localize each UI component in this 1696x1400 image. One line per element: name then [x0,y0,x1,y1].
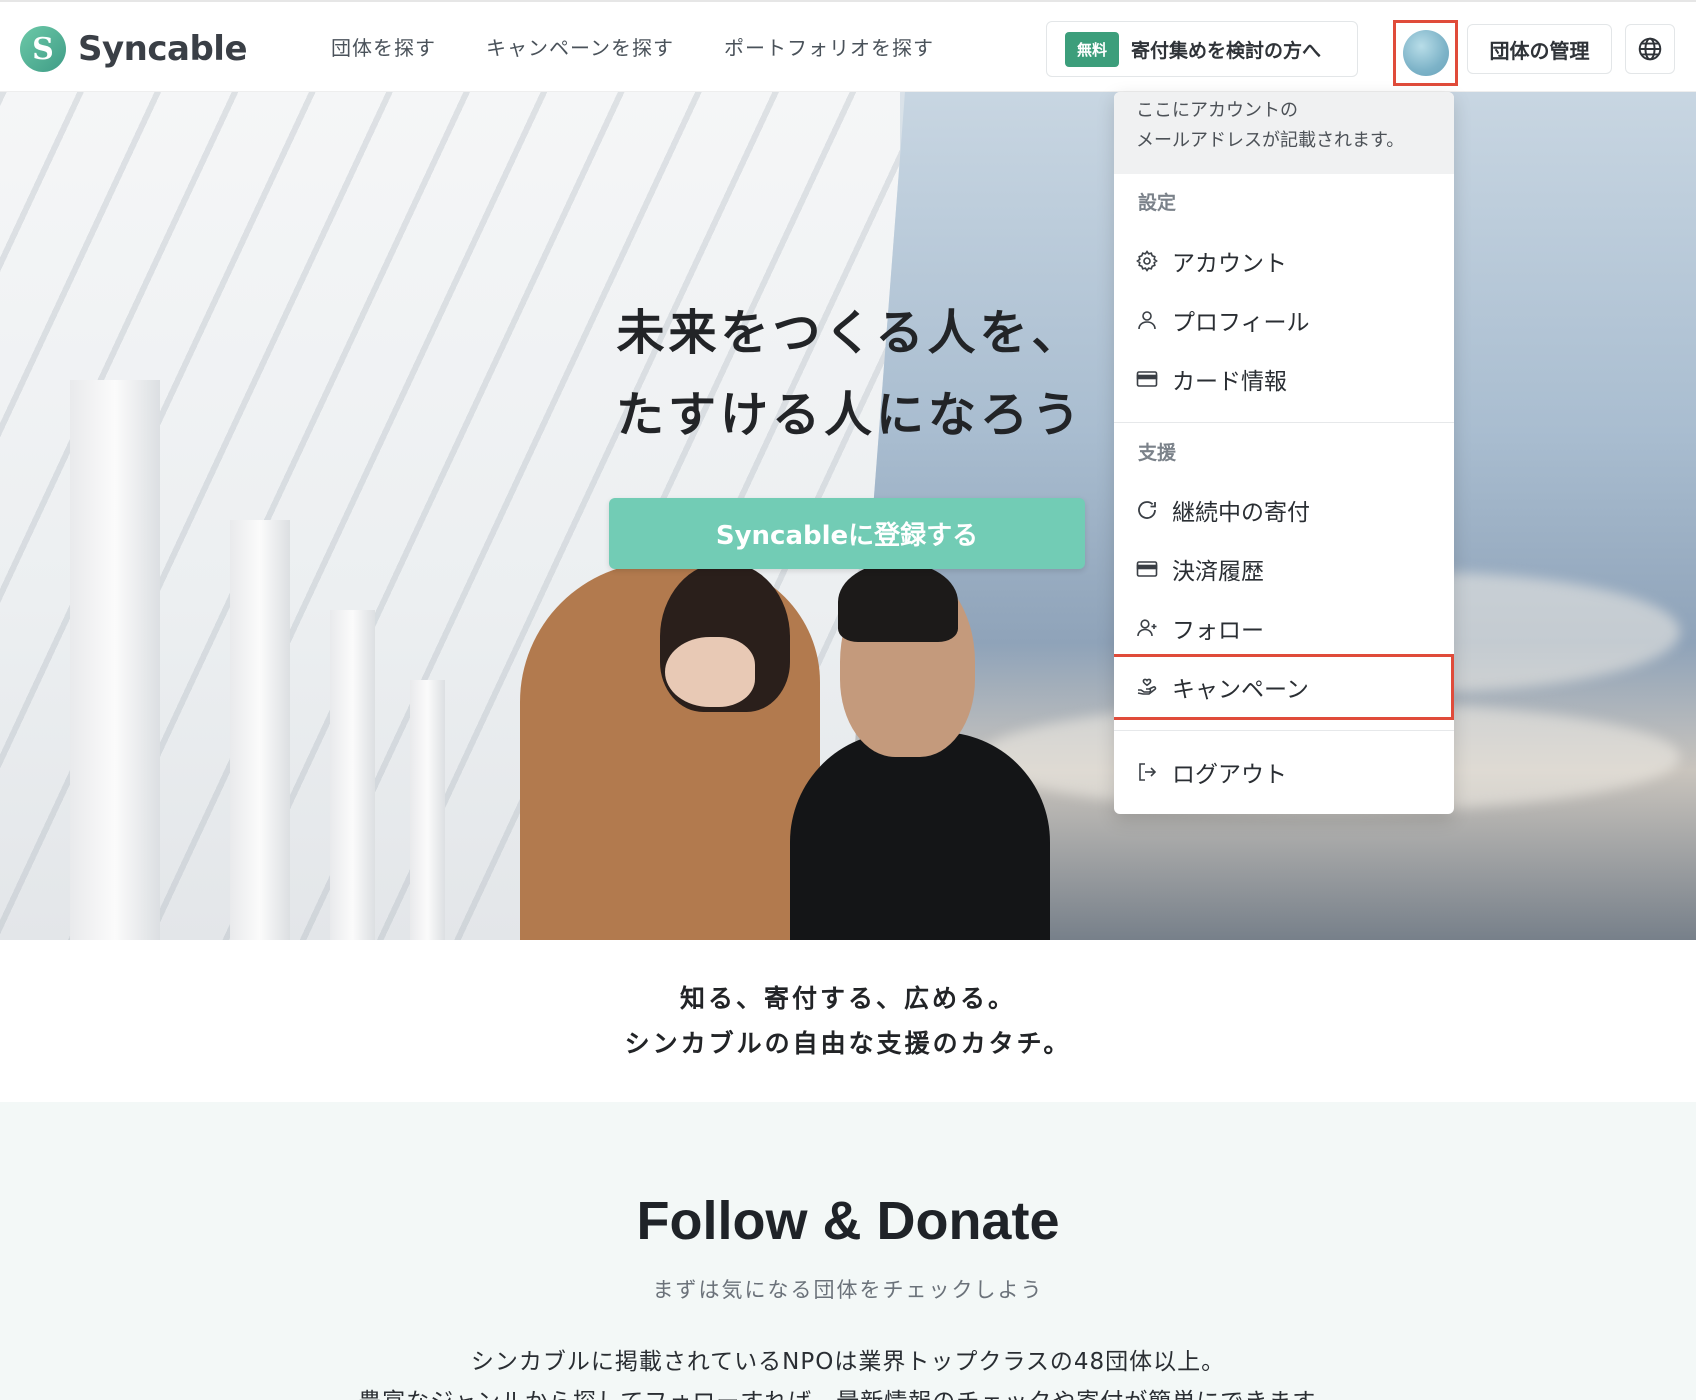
nav-find-portfolios[interactable]: ポートフォリオを探す [724,32,934,61]
hero-title: 未来をつくる人を、 たすける人になろう [560,292,1140,456]
support-section-label: 支援 [1138,442,1177,464]
follow-donate-title: Follow & Donate [636,1191,1060,1251]
globe-icon [1638,37,1662,61]
account-avatar-button[interactable] [1393,20,1458,86]
register-button[interactable]: Syncableに登録する [609,498,1085,569]
credit-card-icon [1134,366,1160,392]
user-plus-icon [1134,615,1160,641]
user-icon [1134,307,1160,333]
account-dropdown-menu: ここにアカウントの メールアドレスが記載されます。 設定 アカウント プロフィー… [1114,92,1454,814]
tagline-line1: 知る、寄付する、広める。 [679,984,1016,1013]
free-badge: 無料 [1065,31,1120,67]
menu-divider [1114,422,1454,423]
menu-item-campaign[interactable]: キャンペーン [1114,654,1454,720]
menu-item-label: 決済履歴 [1172,559,1264,585]
menu-item-account[interactable]: アカウント [1114,233,1454,289]
site-header: S Syncable 団体を探す キャンペーンを探す ポートフォリオを探す 無料… [0,0,1696,92]
hero-title-line1: 未来をつくる人を、 [616,305,1084,361]
avatar [1402,30,1449,76]
menu-item-label: アカウント [1172,251,1287,277]
menu-item-label: ログアウト [1172,762,1287,788]
menu-item-profile[interactable]: プロフィール [1114,292,1454,348]
follow-donate-subtitle: まずは気になる団体をチェックしよう [652,1278,1044,1302]
menu-item-payment-history[interactable]: 決済履歴 [1114,541,1454,597]
nav-find-campaigns[interactable]: キャンペーンを探す [486,32,674,61]
tagline: 知る、寄付する、広める。 シンカブルの自由な支援のカタチ。 [0,976,1696,1066]
refresh-icon [1134,497,1160,523]
menu-divider [1114,730,1454,731]
nav-find-organizations[interactable]: 団体を探す [331,32,436,61]
menu-item-recurring-donations[interactable]: 継続中の寄付 [1114,482,1454,538]
menu-item-label: フォロー [1172,618,1264,644]
gear-icon [1134,248,1160,274]
org-management-button[interactable]: 団体の管理 [1467,24,1612,74]
credit-card-icon [1134,556,1160,582]
hand-heart-icon [1134,674,1160,700]
main-nav: 団体を探す キャンペーンを探す ポートフォリオを探す [331,32,934,61]
fundraising-info-button[interactable]: 無料 寄付集めを検討の方へ [1046,21,1358,77]
logout-icon [1134,759,1160,785]
menu-item-label: カード情報 [1172,369,1287,395]
follow-donate-section: Follow & Donate まずは気になる団体をチェックしよう シンカブルに… [0,1102,1696,1400]
menu-item-label: プロフィール [1172,310,1310,336]
fundraising-info-label: 寄付集めを検討の方へ [1131,39,1322,62]
follow-donate-description: シンカブルに掲載されているNPOは業界トップクラスの48団体以上。 豊富なジャン… [358,1349,1337,1400]
menu-item-logout[interactable]: ログアウト [1114,744,1454,800]
menu-item-follow[interactable]: フォロー [1114,600,1454,656]
logo-mark-icon: S [20,26,66,72]
logo-text: Syncable [78,29,248,69]
account-email: ここにアカウントの メールアドレスが記載されます。 [1114,92,1454,174]
settings-section-label: 設定 [1138,192,1177,214]
language-button[interactable] [1625,24,1675,74]
hero-title-line2: たすける人になろう [615,387,1084,443]
syncable-logo[interactable]: S Syncable [20,26,248,72]
tagline-line2: シンカブルの自由な支援のカタチ。 [624,1029,1072,1058]
menu-item-card-info[interactable]: カード情報 [1114,351,1454,407]
menu-item-label: 継続中の寄付 [1172,500,1310,526]
menu-item-label: キャンペーン [1172,677,1309,703]
hero-person-man [790,732,1050,940]
